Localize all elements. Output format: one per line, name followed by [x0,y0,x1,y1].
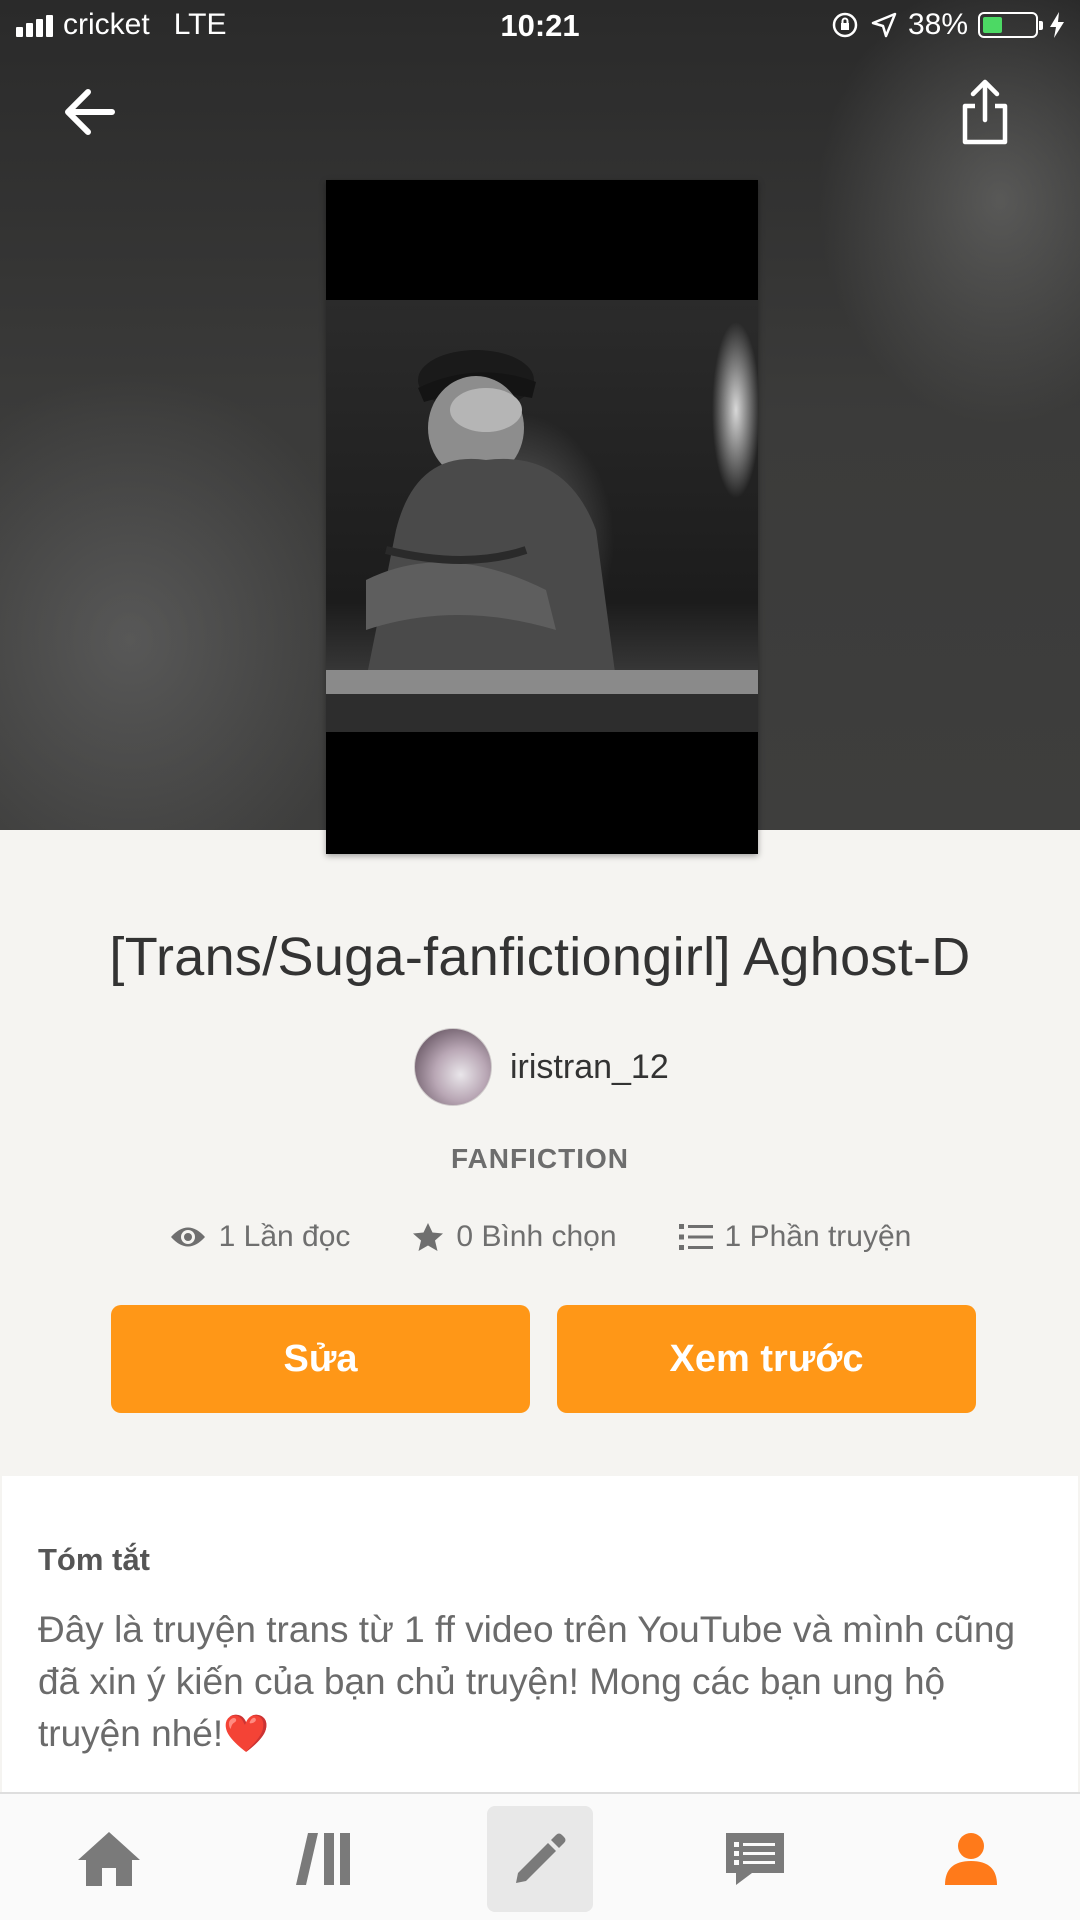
nav-profile[interactable] [918,1806,1024,1912]
charging-bolt-icon [1050,12,1064,38]
battery-percent: 38% [907,8,968,41]
eye-icon [170,1227,205,1247]
summary-section: Tóm tắt Đây là truyện trans từ 1 ff vide… [2,1476,1078,1792]
author-row[interactable]: iristran_12 [414,1028,669,1106]
story-stats: 1 Lần đọc 0 Bình chọn 1 Phần truyện [0,1220,1080,1254]
location-arrow-icon [871,12,897,38]
cover-figure [326,350,758,732]
write-icon [516,1833,566,1883]
share-button[interactable] [955,76,1015,148]
reads-label: 1 Lần đọc [218,1220,351,1253]
profile-icon [945,1833,997,1885]
reads-stat: 1 Lần đọc [169,1220,351,1254]
battery-icon [978,12,1043,38]
back-button[interactable] [60,80,130,144]
avatar[interactable] [414,1028,492,1106]
arrow-left-icon [65,89,115,135]
author-name[interactable]: iristran_12 [510,1048,669,1087]
nav-library[interactable] [272,1806,378,1912]
summary-text: Đây là truyện trans từ 1 ff video trên Y… [38,1609,1016,1754]
nav-messages[interactable] [702,1806,808,1912]
status-right: 38% [830,8,1066,42]
library-icon [296,1833,350,1885]
share-icon [962,79,1008,145]
story-category[interactable]: FANFICTION [0,1143,1080,1175]
star-icon [413,1223,444,1251]
votes-stat: 0 Bình chọn [412,1220,617,1254]
edit-button[interactable]: Sửa [111,1305,530,1413]
parts-label: 1 Phần truyện [724,1220,912,1253]
header-background: cricket LTE 10:21 38% [0,0,1080,854]
story-details-screen: cricket LTE 10:21 38% [Trans/Suga-fanfic… [0,0,1080,1920]
messages-icon [726,1833,784,1885]
story-title: [Trans/Suga-fanfictiongirl] Aghost-D [109,927,971,987]
preview-button[interactable]: Xem trước [557,1305,976,1413]
cover-photo [326,300,758,732]
bottom-navigation [0,1792,1080,1920]
votes-label: 0 Bình chọn [456,1220,617,1253]
summary-text-block: Đây là truyện trans từ 1 ff video trên Y… [38,1604,1042,1760]
nav-write[interactable] [487,1806,593,1912]
heart-emoji: ❤️ [223,1713,270,1754]
summary-heading: Tóm tắt [38,1542,150,1577]
battery-fill [983,17,1002,33]
nav-home[interactable] [56,1806,162,1912]
orientation-lock-icon [832,12,858,38]
status-bar: cricket LTE 10:21 38% [0,0,1080,56]
home-icon [78,1832,140,1886]
parts-stat: 1 Phần truyện [678,1220,912,1254]
list-icon [678,1224,713,1250]
story-cover[interactable] [326,180,758,854]
